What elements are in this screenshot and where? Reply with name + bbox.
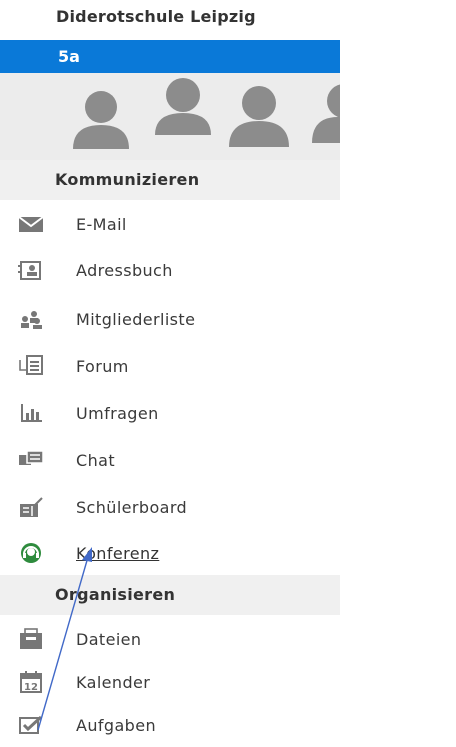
nav-label: Konferenz [76,544,160,563]
task-check-icon [18,714,44,736]
group-selector[interactable]: 5a [0,40,340,73]
nav-item-email[interactable]: E-Mail [0,207,340,243]
nav-label: Umfragen [76,404,159,423]
envelope-icon [18,213,44,235]
nav-label: Forum [76,357,129,376]
group-name: 5a [58,47,80,66]
nav-item-konferenz[interactable]: Konferenz [0,536,340,572]
school-header[interactable]: Diderotschule Leipzig [0,0,340,40]
group-members-icon [73,78,366,149]
nav-label: Mitgliederliste [76,310,196,329]
nav-label: Aufgaben [76,716,157,735]
poll-chart-icon [18,402,44,424]
nav-label: Schülerboard [76,498,188,517]
chat-icon [18,449,44,471]
nav-item-dateien[interactable]: Dateien [0,622,340,658]
nav-item-chat[interactable]: Chat [0,443,340,479]
address-book-icon [18,259,44,281]
nav-item-schuelerboard[interactable]: Schülerboard [0,490,340,526]
nav-label: Chat [76,451,115,470]
nav-item-umfragen[interactable]: Umfragen [0,396,340,432]
nav-item-kalender[interactable]: 12 Kalender [0,665,340,701]
nav-item-aufgaben[interactable]: Aufgaben [0,708,340,744]
nav-label: Dateien [76,630,142,649]
nav-item-forum[interactable]: Forum [0,349,340,385]
school-name: Diderotschule Leipzig [56,7,256,26]
calendar-icon: 12 [18,671,44,693]
nav-item-adressbuch[interactable]: Adressbuch [0,253,340,289]
section-header-organisieren: Organisieren [0,575,340,615]
folder-icon [18,628,44,650]
section-title: Organisieren [55,585,176,604]
headset-icon [18,542,44,564]
nav-label: Kalender [76,673,151,692]
nav-label: Adressbuch [76,261,173,280]
group-avatar-banner [0,73,366,160]
section-title: Kommunizieren [55,170,200,189]
forum-icon [18,355,44,377]
section-header-kommunizieren: Kommunizieren [0,160,340,200]
calendar-day: 12 [24,682,38,693]
nav-item-mitgliederliste[interactable]: Mitgliederliste [0,302,340,338]
members-icon [18,308,44,330]
board-icon [18,496,44,518]
nav-label: E-Mail [76,215,127,234]
